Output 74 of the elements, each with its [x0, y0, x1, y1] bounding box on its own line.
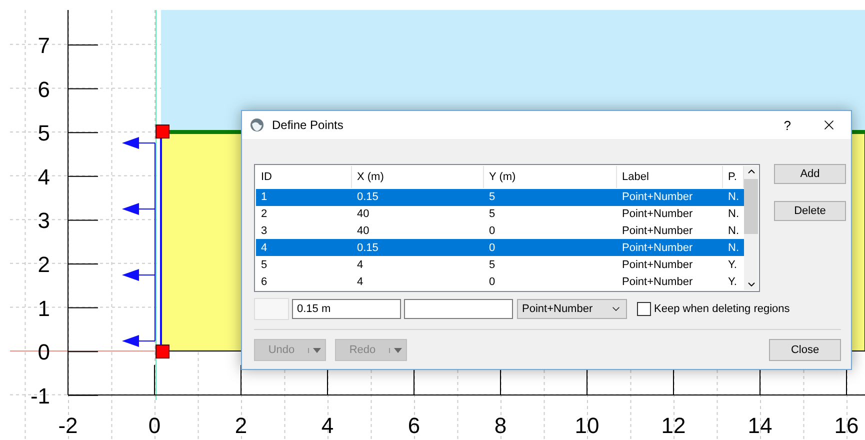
table-cell-text: 4 [356, 258, 364, 271]
table-cell-text: Point+Number [621, 242, 694, 254]
checkbox-label: Keep when deleting regions [654, 303, 790, 315]
table-cell-text: 5 [488, 208, 496, 220]
x-input-field[interactable]: 0.15 m [292, 299, 401, 319]
table-row[interactable]: 4 0.15 0 Point+Number N. [256, 239, 744, 256]
column-header[interactable]: ID [256, 166, 352, 188]
table-cell-text: 0 [488, 276, 496, 288]
x-axis-label: -2 [58, 413, 78, 438]
table-cell-text: 5 [488, 258, 496, 271]
table-cell-text: 3 [260, 224, 268, 237]
column-header[interactable]: Label [617, 166, 723, 188]
table-cell-text: N. [727, 242, 740, 254]
side-button[interactable]: Add [774, 164, 846, 184]
table-cell-text: 1 [260, 191, 268, 204]
y-input-field[interactable] [404, 299, 513, 319]
table-cell-text: Point+Number [621, 276, 694, 288]
y-axis-label: 6 [38, 76, 50, 102]
point-marker[interactable] [156, 344, 170, 358]
table-row[interactable]: 2 40 5 Point+Number N. [256, 206, 744, 223]
x-axis-label: 2 [234, 413, 248, 438]
x-axis-label: 0 [148, 413, 161, 438]
table-row[interactable]: 6 4 0 Point+Number Y. [256, 273, 744, 290]
x-axis-label: 12 [661, 413, 686, 438]
y-axis-label: 4 [38, 164, 50, 190]
table-cell-text: 4 [260, 242, 268, 254]
x-axis-label: 14 [748, 413, 772, 438]
help-button[interactable]: ? [784, 118, 791, 132]
table-cell-text: Point+Number [621, 208, 694, 220]
table-cell-text: 40 [356, 224, 370, 237]
x-axis-label: 4 [321, 413, 334, 438]
table-cell-text: N. [727, 191, 740, 204]
globe-icon [250, 118, 264, 132]
x-axis-label: 8 [494, 413, 507, 438]
table-cell-text: Y. [727, 258, 738, 271]
y-axis-label: 2 [38, 252, 50, 277]
table-cell-text: 5 [488, 191, 496, 204]
table-cell-text: 40 [356, 208, 370, 220]
x-axis-label: 6 [408, 413, 420, 438]
close-button[interactable]: Close [769, 339, 841, 361]
table-cell-text: 0.15 [356, 242, 380, 254]
label-dropdown[interactable]: Point+Number [517, 299, 627, 319]
id-field [254, 298, 289, 320]
scrollbar[interactable] [744, 166, 758, 290]
y-axis-label: 3 [38, 208, 50, 234]
x-axis-label: 10 [574, 413, 600, 438]
table-cell-text: N. [727, 208, 740, 220]
x-axis-label: 16 [834, 413, 859, 438]
column-header[interactable]: Y (m) [484, 166, 617, 188]
table-cell-text: 0 [488, 242, 496, 254]
y-axis-label: 1 [38, 296, 50, 321]
table-cell-text: 0 [488, 224, 496, 237]
table-row[interactable]: 5 4 5 Point+Number Y. [256, 256, 744, 274]
table-cell-text: Y. [727, 276, 738, 288]
y-axis-label: 0 [38, 340, 50, 365]
table-cell-text: Point+Number [621, 191, 694, 204]
table-cell-text: Point+Number [621, 258, 694, 271]
keep-checkbox[interactable] [637, 302, 651, 316]
point-marker[interactable] [156, 124, 170, 138]
table-cell-text: N. [727, 224, 740, 237]
table-cell-text: 0.15 [356, 191, 380, 204]
table-cell-text: Point+Number [621, 224, 694, 237]
y-axis-label: 5 [38, 120, 50, 146]
table-cell-text: 6 [260, 276, 268, 288]
window-title: Define Points [272, 118, 344, 132]
table-cell-text: 4 [356, 276, 364, 288]
y-axis-label: -1 [30, 383, 50, 408]
table-row[interactable]: 3 40 0 Point+Number N. [256, 222, 744, 240]
table-cell-text: 5 [260, 258, 268, 271]
side-button[interactable]: Delete [774, 201, 846, 221]
column-header[interactable]: X (m) [352, 166, 484, 188]
table-row[interactable]: 1 0.15 5 Point+Number N. [256, 188, 744, 206]
table-cell-text: 2 [260, 208, 268, 220]
y-axis-label: 7 [38, 33, 50, 58]
